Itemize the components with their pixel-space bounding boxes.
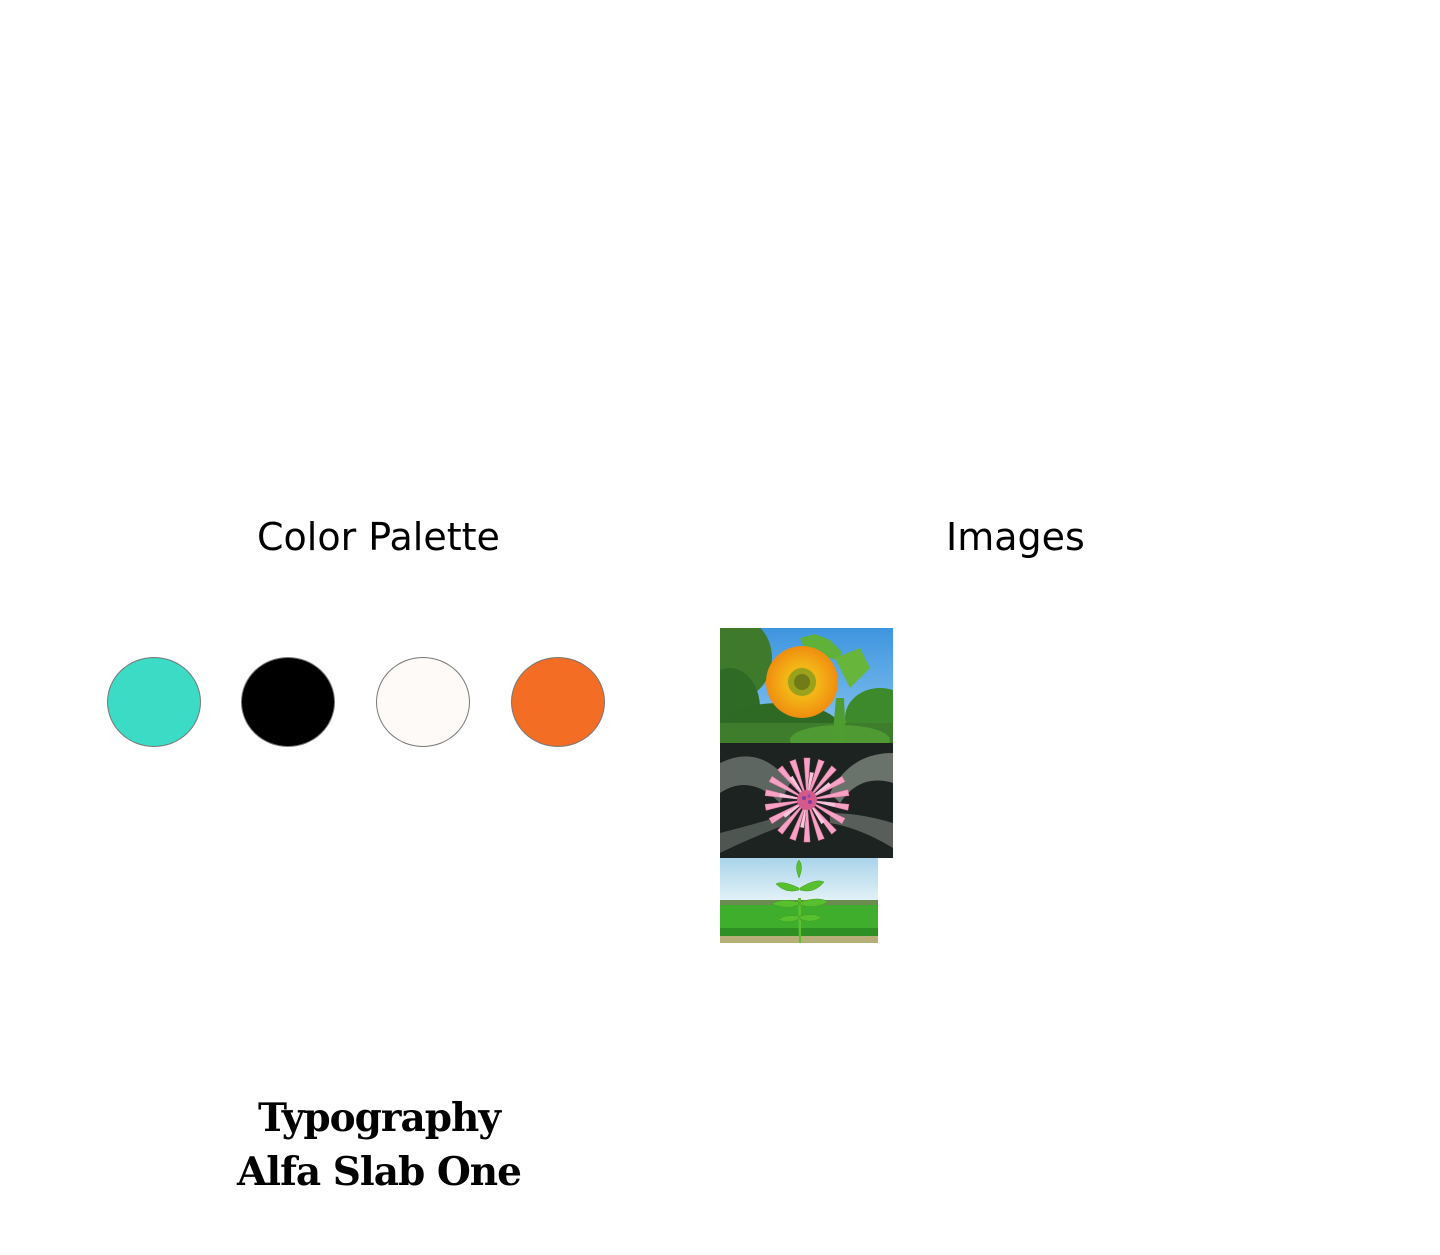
color-palette-title: Color Palette <box>257 515 500 559</box>
sunflower-photo <box>720 628 893 743</box>
color-swatch-turquoise <box>107 657 201 747</box>
typography-heading: Typography <box>257 1095 501 1141</box>
images-title: Images <box>946 515 1085 559</box>
pink-flower-photo <box>720 743 893 858</box>
green-plant-photo <box>720 858 878 943</box>
color-swatch-black <box>241 657 335 747</box>
typography-font-name: Alfa Slab One <box>237 1149 522 1195</box>
color-swatch-orange <box>511 657 605 747</box>
color-swatch-off-white <box>376 657 470 747</box>
